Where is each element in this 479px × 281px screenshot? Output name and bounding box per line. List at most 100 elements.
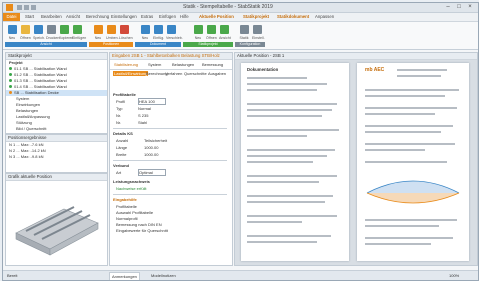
- ribbon-button-view[interactable]: Ansicht: [219, 25, 231, 40]
- ribbon-button-pos-new[interactable]: Neu: [93, 25, 103, 40]
- text-line: [365, 219, 457, 221]
- editor-tab-stabilization[interactable]: Stabilisierung: [114, 62, 138, 67]
- slab-model-3d[interactable]: [6, 181, 107, 265]
- project-panel: Statikprojekt Projekt 01.1 SB ... Stabil…: [5, 52, 108, 134]
- editor-subtabs: Lastfall/Einwirkung Berechnung Verfahren…: [110, 70, 232, 78]
- tab-settings[interactable]: Einstellungen: [111, 14, 137, 19]
- app-icon: [6, 4, 13, 11]
- document-page-2[interactable]: mb AEC: [357, 63, 469, 261]
- text-line: [247, 89, 317, 91]
- text-line: [365, 131, 441, 133]
- text-line: [365, 107, 457, 109]
- ribbon-group-config: Konfiguration: [235, 42, 265, 47]
- preview-panel: Aktuelle Position - 2SB 1 Dokumentation: [234, 52, 478, 266]
- count-value[interactable]: Teilsicherheit: [144, 138, 167, 143]
- material-value[interactable]: Stahl: [138, 120, 147, 125]
- subtab-output[interactable]: Ausgaben: [208, 71, 226, 76]
- divider: [113, 194, 227, 195]
- ribbon-group-document: Dokument: [135, 42, 181, 47]
- project-panel-title: Statikprojekt: [6, 53, 107, 60]
- tab-customize[interactable]: Anpassen: [315, 14, 334, 19]
- ribbon-button-doc-new[interactable]: Neu: [140, 25, 150, 40]
- ribbon-button-delete[interactable]: Löschen: [119, 25, 133, 40]
- ribbon-button-insert[interactable]: Einfüg.: [153, 25, 164, 40]
- editor-tab-design[interactable]: Bemessung: [202, 62, 223, 67]
- status-dot-icon: [9, 91, 12, 94]
- text-line: [247, 115, 322, 117]
- type-value[interactable]: Normal: [138, 106, 151, 111]
- save-icon[interactable]: [17, 5, 22, 10]
- status-text: Bereit: [7, 273, 18, 278]
- ribbon-group-positions: Positionen: [89, 42, 133, 47]
- field-label: Typ: [116, 106, 123, 111]
- grade-value[interactable]: S 235: [138, 113, 148, 118]
- text-line: [247, 195, 333, 197]
- document-page-1[interactable]: Dokumentation: [241, 63, 349, 261]
- text-line: [247, 129, 339, 131]
- tab-view[interactable]: Ansicht: [66, 14, 80, 19]
- text-line: [365, 237, 453, 239]
- ribbon-button-copy[interactable]: Kopieren: [59, 25, 73, 40]
- tab-extras[interactable]: Extras: [141, 14, 153, 19]
- help-line: Bemessung nach DIN EN: [116, 222, 162, 227]
- undo-icon[interactable]: [24, 5, 29, 10]
- tab-calc[interactable]: Berechnung: [86, 14, 109, 19]
- ribbon-button-open[interactable]: Öffnen: [20, 25, 31, 40]
- subtab-loadcase[interactable]: Lastfall/Einwirkung: [113, 71, 149, 76]
- ribbon-button-paste[interactable]: Einfügen: [72, 25, 86, 40]
- tab-model-notes[interactable]: Modellnotizen: [149, 272, 178, 279]
- tab-insert[interactable]: Einfügen: [159, 14, 176, 19]
- text-line: [247, 241, 317, 243]
- ribbon-button-project-open[interactable]: Öffnen: [206, 25, 217, 40]
- zoom-level[interactable]: 100%: [449, 273, 459, 278]
- ribbon-button-statics[interactable]: Statik: [239, 25, 249, 40]
- minimize-icon[interactable]: –: [443, 4, 453, 11]
- tab-current-position[interactable]: Aktuelle Position: [199, 14, 234, 19]
- tab-project[interactable]: Statikprojekt: [243, 14, 269, 19]
- status-dot-icon: [9, 67, 12, 70]
- text-line: [247, 235, 331, 237]
- text-line: [365, 143, 455, 145]
- tab-notes[interactable]: Anmerkungen: [109, 272, 140, 280]
- field-label: Art: [116, 170, 122, 175]
- divider: [113, 128, 227, 129]
- tree-subitem[interactable]: Bild / Querschnitt: [6, 126, 107, 132]
- ribbon-button-move[interactable]: Verschieb.: [166, 25, 183, 40]
- text-line: [247, 181, 319, 183]
- composite-select[interactable]: Optimal: [138, 169, 166, 176]
- position-results-panel: Positionsergebnisse N 1 ... Max: -7.6 kN…: [5, 134, 108, 173]
- title-bar: Statik - Stempeltabelle - StabStatik 201…: [3, 3, 478, 13]
- help-line: Auswahl Profiltabelle: [116, 210, 154, 215]
- tab-start[interactable]: Start: [25, 14, 34, 19]
- text-line: [365, 161, 447, 163]
- section-profile-title: Profiltabelle: [113, 92, 136, 97]
- ribbon-button-new[interactable]: Neu: [7, 25, 17, 40]
- length-input[interactable]: 1000.00: [144, 145, 158, 150]
- subtab-method[interactable]: Verfahren: [165, 71, 182, 76]
- ribbon-button-config[interactable]: Einstell.: [252, 25, 265, 40]
- tab-help[interactable]: Hilfe: [180, 14, 189, 19]
- redo-icon[interactable]: [31, 5, 36, 10]
- preview-title: Aktuelle Position - 2SB 1: [235, 53, 477, 60]
- ribbon: Neu Öffnen Speich. Drucken Kopieren Einf…: [3, 22, 478, 50]
- field-label: Profil: [116, 99, 126, 104]
- text-line: [247, 77, 307, 79]
- field-label: Nr.: [116, 120, 122, 125]
- editor-tab-system[interactable]: System: [148, 62, 161, 67]
- text-line: [247, 135, 307, 137]
- ribbon-button-rename[interactable]: Umben.: [106, 25, 119, 40]
- section-composite-title: Verbund: [113, 163, 130, 168]
- close-icon[interactable]: ×: [465, 4, 475, 11]
- maximize-icon[interactable]: □: [454, 4, 464, 11]
- ribbon-button-project-new[interactable]: Neu: [193, 25, 203, 40]
- editor-tab-loads[interactable]: Belastungen: [172, 62, 194, 67]
- text-line: [365, 225, 439, 227]
- ribbon-button-save[interactable]: Speich.: [33, 25, 45, 40]
- subtab-sections[interactable]: Querschnitte: [184, 71, 207, 76]
- tab-document[interactable]: Statikdokument: [277, 14, 309, 19]
- tab-edit[interactable]: Bearbeiten: [41, 14, 62, 19]
- profile-input[interactable]: HEA 100: [138, 98, 166, 105]
- ribbon-button-print[interactable]: Drucken: [46, 25, 59, 40]
- tab-file[interactable]: Datei: [3, 13, 20, 21]
- width-input[interactable]: 1000.00: [144, 152, 158, 157]
